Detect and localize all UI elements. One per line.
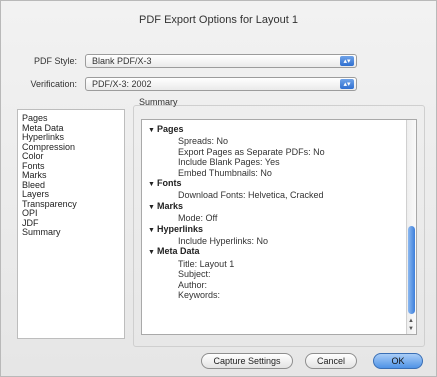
category-item[interactable]: Summary <box>22 227 124 238</box>
verification-label: Verification: <box>30 79 77 89</box>
summary-content: ▼ Pages Spreads: No Export Pages as Separ… <box>142 120 416 301</box>
section-header-marks[interactable]: ▼ Marks <box>148 201 416 213</box>
summary-label: Summary <box>139 97 178 107</box>
summary-item: Download Fonts: Helvetica, Cracked <box>178 190 324 201</box>
disclosure-triangle-icon[interactable]: ▼ <box>148 248 157 258</box>
summary-item: Author: <box>178 279 208 290</box>
up-down-arrows-icon: ▴▾ <box>340 56 354 66</box>
pdf-style-label: PDF Style: <box>33 56 77 66</box>
section-header-meta-data[interactable]: ▼ Meta Data <box>148 246 416 258</box>
summary-item: Subject: <box>178 269 211 280</box>
summary-item: Keywords: <box>178 290 221 301</box>
capture-settings-button[interactable]: Capture Settings <box>201 353 293 369</box>
summary-item: Spreads: No <box>178 136 229 147</box>
scroll-up-arrow-icon[interactable]: ▲ <box>408 318 414 324</box>
section-header-fonts[interactable]: ▼ Fonts <box>148 178 416 190</box>
summary-item: Include Blank Pages: Yes <box>178 157 280 168</box>
disclosure-triangle-icon[interactable]: ▼ <box>148 180 157 190</box>
disclosure-triangle-icon[interactable]: ▼ <box>148 226 157 236</box>
category-list[interactable]: Pages Meta Data Hyperlinks Compression C… <box>17 109 125 339</box>
scroll-down-arrow-icon[interactable]: ▼ <box>408 326 414 332</box>
pdf-style-row: PDF Style: Blank PDF/X-3 ▴▾ <box>1 53 357 69</box>
disclosure-triangle-icon[interactable]: ▼ <box>148 203 157 213</box>
summary-item: Export Pages as Separate PDFs: No <box>178 146 325 157</box>
cancel-button[interactable]: Cancel <box>305 353 357 369</box>
pdf-style-select[interactable]: Blank PDF/X-3 ▴▾ <box>85 54 357 68</box>
window-title: PDF Export Options for Layout 1 <box>139 14 298 26</box>
disclosure-triangle-icon[interactable]: ▼ <box>148 126 157 136</box>
section-header-pages[interactable]: ▼ Pages <box>148 124 416 136</box>
verification-select[interactable]: PDF/X-3: 2002 ▴▾ <box>85 77 357 91</box>
export-options-dialog: PDF Export Options for Layout 1 PDF Styl… <box>0 0 437 377</box>
ok-button[interactable]: OK <box>373 353 423 369</box>
vertical-scrollbar[interactable]: ▲ ▼ <box>406 120 416 334</box>
summary-item: Include Hyperlinks: No <box>178 236 269 247</box>
scrollbar-thumb[interactable] <box>408 226 415 314</box>
verification-row: Verification: PDF/X-3: 2002 ▴▾ <box>1 76 357 92</box>
up-down-arrows-icon: ▴▾ <box>340 79 354 89</box>
pdf-style-value: Blank PDF/X-3 <box>92 56 152 66</box>
section-header-hyperlinks[interactable]: ▼ Hyperlinks <box>148 224 416 236</box>
summary-item: Mode: Off <box>178 213 218 224</box>
summary-item: Embed Thumbnails: No <box>178 167 272 178</box>
summary-panel[interactable]: ▼ Pages Spreads: No Export Pages as Separ… <box>141 119 417 335</box>
verification-value: PDF/X-3: 2002 <box>92 79 152 89</box>
summary-item: Title: Layout 1 <box>178 258 235 269</box>
